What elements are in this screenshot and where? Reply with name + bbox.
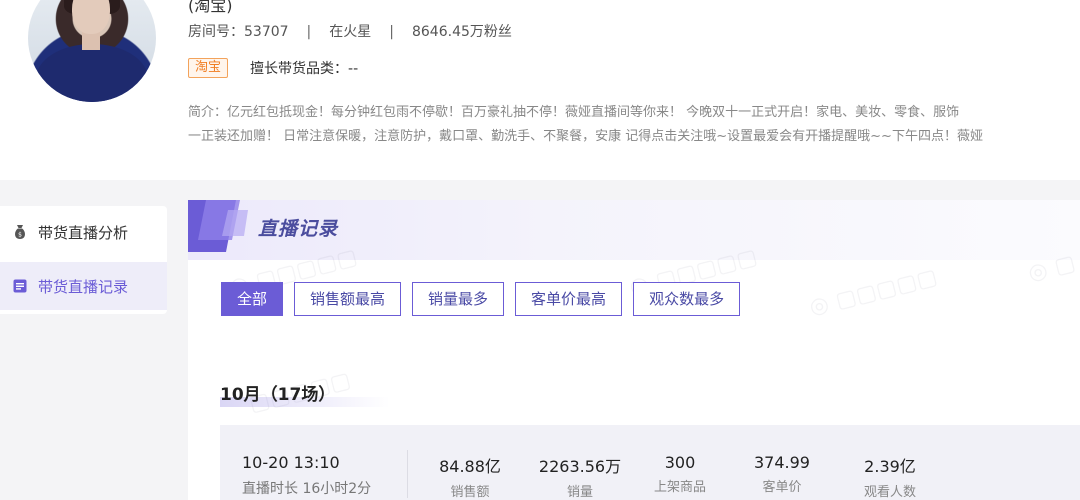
separator: | xyxy=(389,24,394,40)
section-title: 直播记录 xyxy=(258,218,339,240)
list-icon xyxy=(12,278,28,294)
filter-top-volume-button[interactable]: 销量最多 xyxy=(412,282,505,316)
stat-value: 84.88亿 xyxy=(439,457,501,476)
category-label: 擅长带货品类：-- xyxy=(250,61,359,77)
header-decoration-shape xyxy=(188,200,248,252)
location: 在火星 xyxy=(329,24,372,40)
svg-text:$: $ xyxy=(18,232,22,239)
separator: | xyxy=(306,24,312,40)
month-header: 10月（17场） xyxy=(220,385,336,405)
avatar[interactable] xyxy=(28,0,156,102)
stat-value: 2.39亿 xyxy=(864,457,916,476)
profile-info-line: 房间号：53707 | 在火星 | 8646.45万粉丝 xyxy=(188,21,512,41)
record-start-time: 10-20 13:10 xyxy=(242,453,340,472)
sidebar-item-live-records[interactable]: 带货直播记录 xyxy=(0,262,167,310)
stat-value: 300 xyxy=(664,453,696,472)
profile-description-line-2: 一正装还加赠！ 日常注意保暖，注意防护，戴口罩、勤洗手、不聚餐，安康 记得点击关… xyxy=(188,129,983,144)
filter-bar: 全部 销售额最高 销量最多 客单价最高 观众数最多 xyxy=(221,282,751,316)
record-duration: 直播时长 16小时2分 xyxy=(242,481,372,497)
sidebar-item-live-analysis[interactable]: $ 带货直播分析 xyxy=(0,208,167,256)
avatar-dress xyxy=(36,44,148,102)
profile-description-line-1: 简介：亿元红包抵现金！每分钟红包雨不停歇！百万豪礼抽不停！薇娅直播间等你来！ 今… xyxy=(188,105,960,120)
tag-line: 淘宝 擅长带货品类：-- xyxy=(188,58,358,78)
platform-badge: 淘宝 xyxy=(188,58,229,78)
stat-listed-products: 300 上架商品 xyxy=(648,453,712,495)
stat-label: 销售额 xyxy=(450,485,490,500)
fans-count: 8646.45万粉丝 xyxy=(411,24,512,40)
stat-label: 观看人数 xyxy=(863,485,916,500)
filter-top-viewers-button[interactable]: 观众数最多 xyxy=(633,282,741,316)
streamer-name: (淘宝) xyxy=(188,0,233,15)
section-header: 直播记录 xyxy=(188,200,1080,260)
stat-value: 374.99 xyxy=(754,453,810,472)
live-record-row[interactable]: 10-20 13:10 直播时长 16小时2分 84.88亿 销售额 2263.… xyxy=(220,425,1080,500)
sidebar-item-label: 带货直播记录 xyxy=(38,277,129,296)
avatar-face xyxy=(72,0,110,34)
live-records-panel: 直播记录 ◎ ▢▢▢▢▢ ◎ ▢▢▢▢▢ ◎ ▢▢▢▢▢ ◎ ▢ ▢▢▢▢▢ 全… xyxy=(188,200,1080,500)
stat-label: 客单价 xyxy=(762,480,802,495)
stat-sales-amount: 84.88亿 销售额 xyxy=(435,453,505,500)
stat-viewers: 2.39亿 观看人数 xyxy=(850,453,930,500)
filter-top-unit-price-button[interactable]: 客单价最高 xyxy=(515,282,623,316)
divider xyxy=(407,450,408,498)
stat-label: 上架商品 xyxy=(653,480,706,495)
profile-card: (淘宝) 房间号：53707 | 在火星 | 8646.45万粉丝 淘宝 擅长带货品类：… xyxy=(0,0,1080,180)
watermark: ◎ ▢▢▢▢▢ xyxy=(806,264,940,321)
money-bag-icon: $ xyxy=(12,224,28,240)
stat-value: 2263.56万 xyxy=(538,457,622,476)
sidebar-item-label: 带货直播分析 xyxy=(38,223,129,242)
left-sidebar: $ 带货直播分析 带货直播记录 xyxy=(0,206,167,314)
filter-all-button[interactable]: 全部 xyxy=(221,282,284,316)
stat-unit-price: 374.99 客单价 xyxy=(746,453,818,495)
room-number: 房间号：53707 xyxy=(188,24,289,40)
stat-label: 销量 xyxy=(566,485,593,500)
filter-top-sales-button[interactable]: 销售额最高 xyxy=(294,282,402,316)
stat-sales-volume: 2263.56万 销量 xyxy=(534,453,626,500)
